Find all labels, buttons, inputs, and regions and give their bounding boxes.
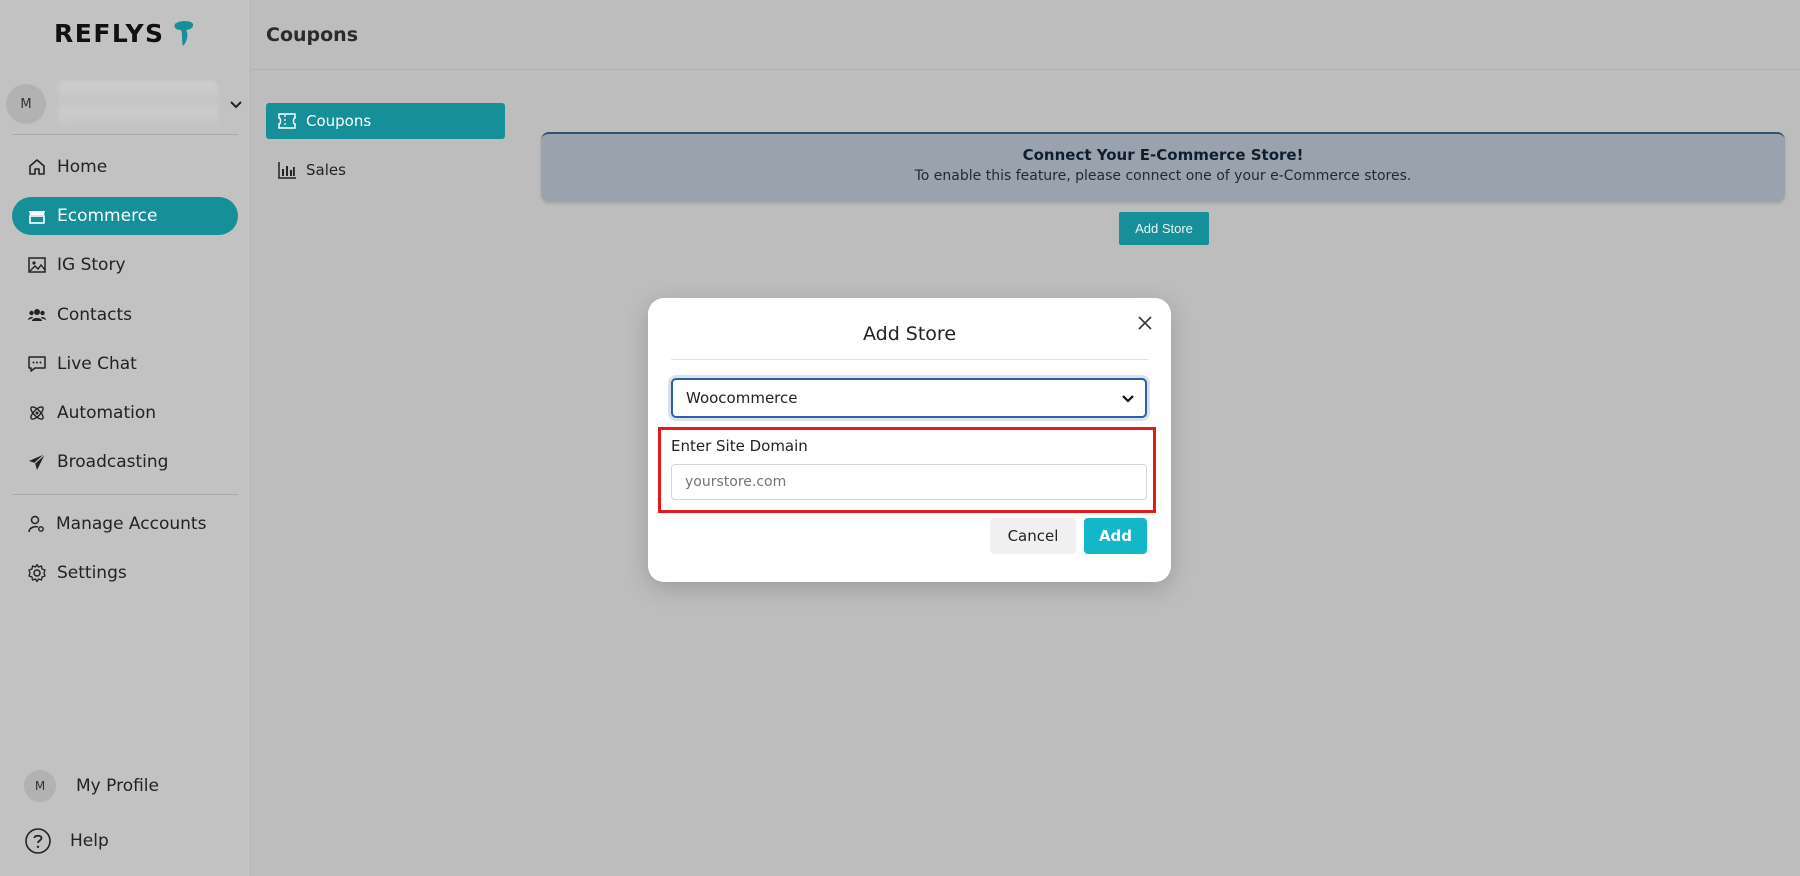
home-icon bbox=[26, 156, 48, 178]
my-profile-link[interactable]: M My Profile bbox=[24, 770, 159, 802]
sidebar-item-ig-story[interactable]: IG Story bbox=[12, 246, 238, 284]
chevron-down-icon[interactable] bbox=[228, 96, 244, 112]
sidebar-item-label: Manage Accounts bbox=[56, 514, 207, 534]
cancel-button[interactable]: Cancel bbox=[990, 518, 1076, 554]
avatar: M bbox=[24, 770, 56, 802]
gear-icon bbox=[26, 562, 48, 584]
submenu-item-sales[interactable]: Sales bbox=[266, 152, 505, 188]
account-avatar: M bbox=[6, 84, 46, 124]
users-icon bbox=[26, 304, 48, 326]
bar-chart-icon bbox=[276, 159, 298, 181]
modal-title: Add Store bbox=[862, 323, 957, 345]
chat-icon bbox=[26, 353, 48, 375]
help-icon bbox=[25, 828, 51, 854]
brand-logo[interactable]: REFLYS bbox=[54, 18, 197, 48]
connect-store-banner: Connect Your E-Commerce Store! To enable… bbox=[541, 132, 1785, 202]
submenu-item-coupons[interactable]: Coupons bbox=[266, 103, 505, 139]
modal-divider bbox=[671, 359, 1148, 360]
page-title: Coupons bbox=[266, 24, 359, 46]
atom-icon bbox=[26, 402, 48, 424]
sidebar-item-label: Broadcasting bbox=[57, 452, 169, 472]
sidebar-item-label: IG Story bbox=[57, 255, 126, 275]
store-icon bbox=[26, 205, 48, 227]
logo-mark-icon bbox=[174, 21, 193, 46]
ticket-icon bbox=[276, 110, 298, 132]
sidebar-item-contacts[interactable]: Contacts bbox=[12, 296, 238, 334]
sidebar-item-label: Settings bbox=[57, 563, 127, 583]
sidebar-item-label: Home bbox=[57, 157, 108, 177]
sidebar-item-home[interactable]: Home bbox=[12, 148, 238, 186]
add-store-button[interactable]: Add Store bbox=[1119, 212, 1209, 245]
account-name-blurred bbox=[58, 81, 218, 127]
site-domain-input[interactable] bbox=[671, 464, 1147, 500]
sidebar-item-manage-accounts[interactable]: Manage Accounts bbox=[12, 505, 238, 543]
domain-label: Enter Site Domain bbox=[671, 437, 808, 455]
image-icon bbox=[26, 254, 48, 276]
submenu-item-label: Sales bbox=[306, 161, 346, 179]
sidebar-item-label: Automation bbox=[57, 403, 157, 423]
add-button[interactable]: Add bbox=[1084, 518, 1147, 554]
banner-title: Connect Your E-Commerce Store! bbox=[1022, 146, 1304, 164]
platform-select[interactable]: Woocommerce bbox=[671, 378, 1147, 418]
sidebar: REFLYS M Home Ecommerce IG Story Contact… bbox=[0, 0, 251, 876]
add-store-modal: Add Store Woocommerce Enter Site Domain … bbox=[648, 298, 1171, 582]
platform-select-value: Woocommerce bbox=[686, 389, 798, 407]
my-profile-label: My Profile bbox=[76, 776, 159, 796]
close-icon[interactable] bbox=[1136, 314, 1154, 332]
banner-subtitle: To enable this feature, please connect o… bbox=[914, 168, 1412, 184]
sidebar-item-label: Live Chat bbox=[57, 354, 137, 374]
chevron-down-icon bbox=[1122, 395, 1134, 403]
sidebar-divider bbox=[12, 494, 238, 495]
header-divider bbox=[252, 69, 1800, 70]
sidebar-item-automation[interactable]: Automation bbox=[12, 394, 238, 432]
sidebar-item-live-chat[interactable]: Live Chat bbox=[12, 345, 238, 383]
user-cog-icon bbox=[25, 513, 47, 535]
sidebar-item-label: Contacts bbox=[57, 305, 132, 325]
account-switcher[interactable]: M bbox=[6, 78, 246, 130]
help-link[interactable]: Help bbox=[24, 827, 109, 855]
sidebar-divider bbox=[12, 134, 238, 135]
help-label: Help bbox=[70, 831, 109, 851]
sidebar-item-settings[interactable]: Settings bbox=[12, 554, 238, 592]
sidebar-item-ecommerce[interactable]: Ecommerce bbox=[12, 197, 238, 235]
submenu-item-label: Coupons bbox=[306, 112, 372, 130]
send-icon bbox=[26, 451, 48, 473]
sidebar-item-broadcasting[interactable]: Broadcasting bbox=[12, 443, 238, 481]
brand-name: REFLYS bbox=[54, 18, 165, 48]
sidebar-item-label: Ecommerce bbox=[57, 206, 158, 226]
